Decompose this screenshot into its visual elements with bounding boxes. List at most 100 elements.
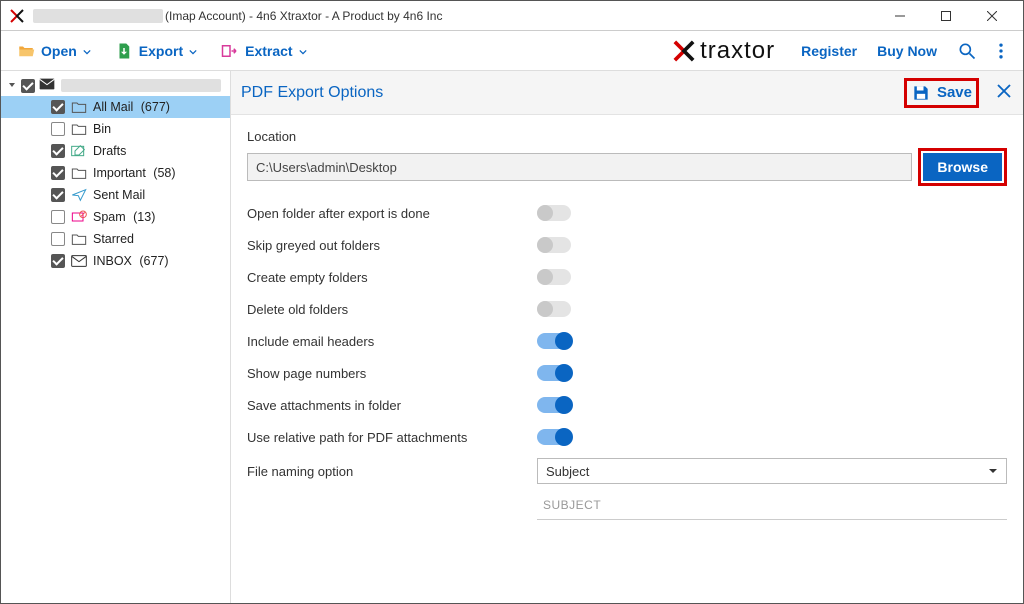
option-toggle[interactable] [537,301,571,317]
window-minimize-button[interactable] [877,1,923,31]
file-naming-preview: SUBJECT [537,494,1007,520]
root-checkbox[interactable] [21,79,35,93]
file-naming-value: Subject [546,464,589,479]
panel-title: PDF Export Options [241,84,383,102]
option-toggle[interactable] [537,333,571,349]
extract-label: Extract [245,43,292,59]
folder-row[interactable]: Sent Mail [1,184,230,206]
folder-row[interactable]: INBOX (677) [1,250,230,272]
folder-checkbox[interactable] [51,144,65,158]
brand-x-icon [672,40,696,62]
option-label: Show page numbers [247,366,537,381]
open-label: Open [41,43,77,59]
caret-down-icon [988,464,998,479]
folder-label: Spam [93,210,126,224]
folder-checkbox[interactable] [51,188,65,202]
folder-row[interactable]: Spam (13) [1,206,230,228]
folder-checkbox[interactable] [51,254,65,268]
extract-menu-button[interactable]: Extract [213,38,314,64]
open-menu-button[interactable]: Open [9,38,99,64]
buy-now-link[interactable]: Buy Now [877,43,937,59]
search-icon [957,41,977,61]
kebab-icon [991,41,1011,61]
folder-icon [71,165,87,181]
option-toggle[interactable] [537,365,571,381]
folder-label: Drafts [93,144,126,158]
option-toggle[interactable] [537,269,571,285]
save-label: Save [937,84,972,101]
export-file-icon [115,42,133,60]
folder-checkbox[interactable] [51,166,65,180]
location-label: Location [247,129,1007,144]
folder-open-icon [17,42,35,60]
brand-logo: traxtor [672,37,775,65]
browse-highlight-box: Browse [918,148,1007,186]
more-options-button[interactable] [987,37,1015,65]
location-input[interactable] [247,153,912,181]
export-label: Export [139,43,183,59]
folder-count: (677) [136,254,169,268]
option-row: Delete old folders [247,294,1007,324]
folder-checkbox[interactable] [51,122,65,136]
option-toggle[interactable] [537,237,571,253]
option-label: Delete old folders [247,302,537,317]
main-toolbar: Open Export Extract traxtor Register Buy… [1,31,1023,71]
panel-close-button[interactable] [995,82,1013,103]
option-label: Include email headers [247,334,537,349]
folder-icon [71,99,87,115]
option-toggle[interactable] [537,429,571,445]
save-icon [911,83,931,103]
option-row: Show page numbers [247,358,1007,388]
export-options-panel: PDF Export Options Save Location Browse … [231,71,1023,603]
folder-label: Important [93,166,146,180]
folder-label: Sent Mail [93,188,145,202]
folder-count: (13) [130,210,156,224]
folder-icon [71,231,87,247]
title-suffix: (Imap Account) - 4n6 Xtraxtor - A Produc… [165,9,442,23]
panel-header: PDF Export Options Save [231,71,1023,115]
inbox-icon [71,253,87,269]
folder-row[interactable]: All Mail (677) [1,96,230,118]
folder-row[interactable]: Bin [1,118,230,140]
folder-checkbox[interactable] [51,210,65,224]
option-row: Create empty folders [247,262,1007,292]
folder-row[interactable]: Important (58) [1,162,230,184]
window-close-button[interactable] [969,1,1015,31]
close-icon [995,82,1013,100]
folder-icon [71,121,87,137]
file-naming-label: File naming option [247,464,537,479]
draft-icon [71,143,87,159]
brand-text: traxtor [700,37,775,65]
option-row: Skip greyed out folders [247,230,1007,260]
folder-row[interactable]: Starred [1,228,230,250]
option-label: Use relative path for PDF attachments [247,430,537,445]
register-link[interactable]: Register [801,43,857,59]
search-button[interactable] [953,37,981,65]
option-row: Use relative path for PDF attachments [247,422,1007,452]
folder-row[interactable]: Drafts [1,140,230,162]
caret-down-icon [83,43,91,59]
sent-icon [71,187,87,203]
folder-checkbox[interactable] [51,100,65,114]
folder-tree-sidebar: All Mail (677)BinDraftsImportant (58)Sen… [1,71,231,603]
option-toggle[interactable] [537,205,571,221]
export-menu-button[interactable]: Export [107,38,205,64]
folder-checkbox[interactable] [51,232,65,246]
browse-button[interactable]: Browse [923,153,1002,181]
folder-count: (58) [150,166,176,180]
option-label: Open folder after export is done [247,206,537,221]
extract-icon [221,42,239,60]
option-row: Open folder after export is done [247,198,1007,228]
file-naming-select[interactable]: Subject [537,458,1007,484]
save-button[interactable]: Save [911,83,972,103]
collapse-icon[interactable] [7,78,17,93]
option-label: Save attachments in folder [247,398,537,413]
folder-label: INBOX [93,254,132,268]
account-name-redacted [61,79,221,92]
option-toggle[interactable] [537,397,571,413]
tree-root-account[interactable] [1,75,230,96]
folder-label: All Mail [93,100,133,114]
window-maximize-button[interactable] [923,1,969,31]
envelope-icon [39,77,55,94]
option-label: Create empty folders [247,270,537,285]
